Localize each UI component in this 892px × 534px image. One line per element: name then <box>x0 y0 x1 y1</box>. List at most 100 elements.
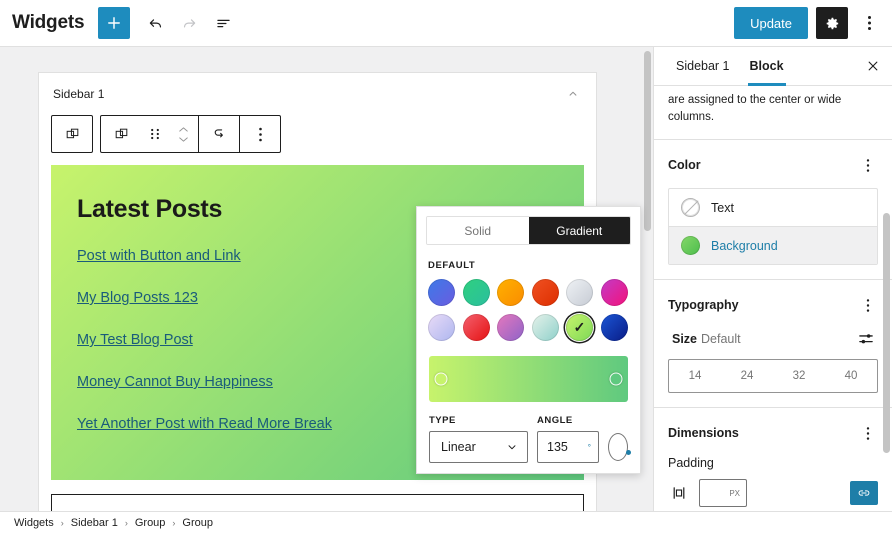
angle-picker-dial[interactable] <box>608 433 628 461</box>
gradient-handle-end[interactable] <box>610 373 623 386</box>
align-button[interactable] <box>199 116 239 152</box>
tab-gradient[interactable]: Gradient <box>529 217 631 244</box>
kebab-menu-icon <box>867 14 872 32</box>
change-alignment-icon <box>210 125 228 143</box>
plus-icon <box>106 15 122 31</box>
list-view-icon <box>214 14 233 33</box>
gradient-swatch[interactable] <box>601 314 628 341</box>
gradient-swatch-grid: ✓ <box>426 279 631 341</box>
gradient-handle-start[interactable] <box>435 373 448 386</box>
editor-header: Widgets <box>0 0 892 47</box>
redo-button[interactable] <box>172 6 206 40</box>
dimensions-options-button[interactable] <box>858 422 878 444</box>
drag-handle-button[interactable] <box>141 116 168 152</box>
color-options-button[interactable] <box>858 154 878 176</box>
angle-label: ANGLE <box>537 415 599 426</box>
gradient-swatch[interactable] <box>497 279 524 306</box>
gradient-controls: TYPE Linear ANGLE 135 ° <box>429 415 628 463</box>
breadcrumb-separator-icon: › <box>61 518 64 528</box>
gradient-swatch[interactable] <box>428 314 455 341</box>
tab-sidebar-1[interactable]: Sidebar 1 <box>666 47 740 86</box>
block-options-button[interactable] <box>240 116 280 152</box>
custom-size-toggle-button[interactable] <box>854 328 878 350</box>
angle-unit-label: ° <box>588 443 591 452</box>
box-sides-icon <box>671 485 687 501</box>
gradient-swatch[interactable] <box>566 279 593 306</box>
gradient-type-select[interactable]: Linear <box>429 431 528 463</box>
typography-panel-header: Typography <box>668 294 878 316</box>
breadcrumb-item[interactable]: Group <box>135 517 166 529</box>
gradient-swatch[interactable] <box>463 314 490 341</box>
more-options-button[interactable] <box>856 7 882 39</box>
header-right-tools: Update <box>734 7 892 39</box>
padding-input[interactable]: PX <box>699 479 747 507</box>
color-row-text[interactable]: Text <box>669 189 877 226</box>
padding-unit-label: PX <box>729 489 740 498</box>
add-block-button[interactable] <box>98 7 130 39</box>
gradient-swatch[interactable] <box>428 279 455 306</box>
settings-sidebar: Sidebar 1 Block are assigned to the cent… <box>653 47 892 511</box>
dimensions-panel-title: Dimensions <box>668 426 739 440</box>
dimensions-panel: Dimensions Padding <box>654 408 892 511</box>
gradient-swatch[interactable] <box>463 279 490 306</box>
breadcrumb-separator-icon: › <box>125 518 128 528</box>
font-size-step[interactable]: 24 <box>721 360 773 392</box>
font-size-step[interactable]: 32 <box>773 360 825 392</box>
link-icon <box>857 487 871 499</box>
gradient-swatch[interactable] <box>532 279 559 306</box>
typography-panel: Typography SizeDefault <box>654 280 892 408</box>
block-toolbar <box>51 115 276 153</box>
canvas-scroll-thumb[interactable] <box>644 51 651 231</box>
block-controls-group <box>100 115 281 153</box>
select-parent-block-button[interactable] <box>52 116 92 152</box>
block-appender-button[interactable] <box>51 494 584 511</box>
move-up-button[interactable] <box>177 125 190 134</box>
color-row-background[interactable]: Background <box>669 226 877 264</box>
sidebar-scrollbar[interactable] <box>882 47 891 511</box>
typography-options-button[interactable] <box>858 294 878 316</box>
move-down-button[interactable] <box>177 135 190 144</box>
header-left-tools: Widgets <box>0 6 240 40</box>
chevron-up-icon <box>566 87 580 101</box>
gradient-swatch-selected[interactable]: ✓ <box>566 314 593 341</box>
color-options-list: Text Background <box>668 188 878 265</box>
undo-button[interactable] <box>138 6 172 40</box>
gradient-angle-input[interactable]: 135 ° <box>537 431 599 463</box>
kebab-menu-icon <box>866 158 870 173</box>
close-icon <box>866 59 880 73</box>
gradient-swatch[interactable] <box>532 314 559 341</box>
breadcrumb-item[interactable]: Group <box>182 517 213 529</box>
gradient-swatch[interactable] <box>497 314 524 341</box>
gradient-swatch[interactable] <box>601 279 628 306</box>
font-size-step[interactable]: 40 <box>825 360 877 392</box>
tab-block[interactable]: Block <box>740 47 794 86</box>
color-row-label: Background <box>711 239 778 253</box>
drag-dots-icon <box>150 126 160 142</box>
type-control: TYPE Linear <box>429 415 528 463</box>
settings-button[interactable] <box>816 7 848 39</box>
link-padding-sides-button[interactable] <box>850 481 878 505</box>
block-type-button[interactable] <box>101 116 141 152</box>
widget-area-header: Sidebar 1 <box>39 73 596 109</box>
canvas-scrollbar[interactable] <box>643 47 652 511</box>
breadcrumb-item[interactable]: Sidebar 1 <box>71 517 118 529</box>
gradient-picker-popover: Solid Gradient DEFAULT ✓ <box>416 206 641 474</box>
popover-content: Solid Gradient DEFAULT ✓ <box>417 207 640 463</box>
list-view-button[interactable] <box>206 6 240 40</box>
parent-block-group <box>51 115 93 153</box>
update-button[interactable]: Update <box>734 7 808 39</box>
dimensions-panel-header: Dimensions <box>668 422 878 444</box>
sidebar-scroll-thumb[interactable] <box>883 213 890 453</box>
typography-panel-title: Typography <box>668 298 739 312</box>
size-value: Default <box>701 332 741 346</box>
breadcrumb-item[interactable]: Widgets <box>14 517 54 529</box>
undo-icon <box>146 14 165 33</box>
font-size-row: SizeDefault <box>668 328 878 350</box>
gradient-bar[interactable] <box>429 356 628 402</box>
padding-sides-button[interactable] <box>668 482 690 504</box>
tab-solid[interactable]: Solid <box>427 217 529 244</box>
widgets-editor-app: Widgets <box>0 0 892 534</box>
font-size-step[interactable]: 14 <box>669 360 721 392</box>
collapse-widget-area-button[interactable] <box>562 83 584 105</box>
padding-label: Padding <box>668 456 878 470</box>
